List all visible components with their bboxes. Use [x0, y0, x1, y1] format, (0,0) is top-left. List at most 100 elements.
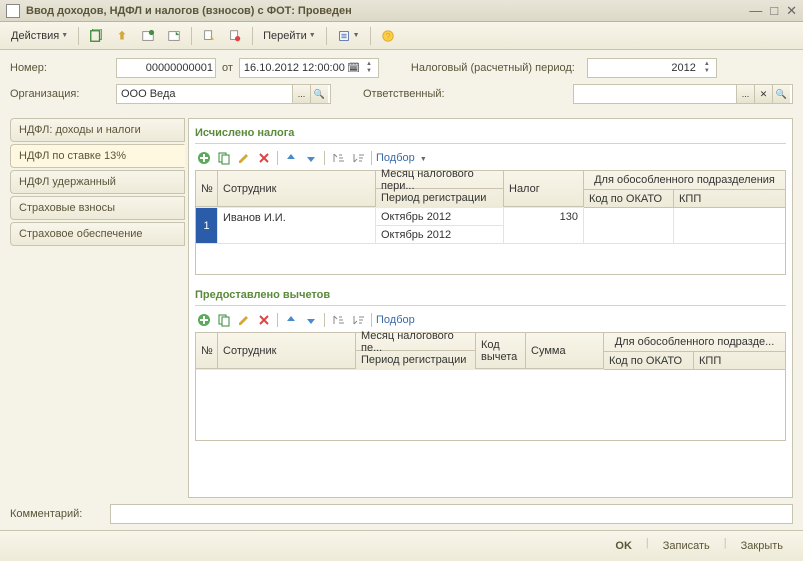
toolbar-icon-1[interactable] [84, 26, 108, 46]
section1-toolbar: Подбор ▼ [195, 146, 786, 170]
sort-asc-icon[interactable] [329, 149, 347, 167]
tab-ndfl-13[interactable]: НДФЛ по ставке 13% [10, 144, 185, 168]
window-title: Ввод доходов, НДФЛ и налогов (взносов) с… [26, 5, 749, 17]
date-input[interactable]: 16.10.2012 12:00:00 🗓 ▲▼ [239, 58, 379, 78]
help-button[interactable]: ? [376, 26, 400, 46]
toolbar-icon-7[interactable]: ▼ [332, 26, 365, 46]
col-tax-month[interactable]: Месяц налогового пе... [356, 333, 476, 351]
edit-icon[interactable] [235, 149, 253, 167]
goto-label: Перейти [263, 30, 307, 42]
svg-text:?: ? [385, 31, 390, 41]
copy-icon[interactable] [215, 149, 233, 167]
move-down-icon[interactable] [302, 149, 320, 167]
save-button[interactable]: Записать [653, 537, 720, 555]
cell-kpp [674, 208, 785, 244]
col-tax-month[interactable]: Месяц налогового пери... [376, 171, 504, 189]
cell-num: 1 [196, 208, 218, 244]
responsible-label: Ответственный: [363, 88, 445, 100]
col-reg-period[interactable]: Период регистрации [356, 351, 476, 369]
move-up-icon[interactable] [282, 149, 300, 167]
tab-income-taxes[interactable]: НДФЛ: доходы и налоги [10, 118, 185, 142]
col-employee[interactable]: Сотрудник [218, 333, 356, 369]
select-button[interactable]: ... [736, 85, 754, 103]
cell-reg-period: Октябрь 2012 [376, 226, 504, 244]
toolbar-icon-5[interactable] [197, 26, 221, 46]
goto-menu[interactable]: Перейти ▼ [258, 27, 321, 45]
col-reg-period[interactable]: Период регистрации [376, 189, 504, 207]
sort-desc-icon[interactable] [349, 311, 367, 329]
toolbar-icon-3[interactable] [136, 26, 160, 46]
spin-down[interactable]: ▼ [700, 68, 714, 75]
tax-period-input[interactable]: 2012 ▲▼ [587, 58, 717, 78]
calendar-icon[interactable]: 🗓 [347, 63, 360, 74]
col-tax[interactable]: Налог [504, 171, 584, 207]
col-num[interactable]: № [196, 333, 218, 369]
section2-title: Предоставлено вычетов [195, 285, 786, 306]
number-value: 00000000001 [121, 62, 213, 74]
tab-ndfl-withheld[interactable]: НДФЛ удержанный [10, 170, 185, 194]
col-kpp[interactable]: КПП [694, 352, 785, 370]
number-input[interactable]: 00000000001 [116, 58, 216, 78]
comment-label: Комментарий: [10, 508, 110, 520]
sort-asc-icon[interactable] [329, 311, 347, 329]
delete-icon[interactable] [255, 311, 273, 329]
comment-input[interactable] [110, 504, 793, 524]
responsible-input[interactable]: ... ✕ 🔍 [573, 84, 793, 104]
section1-title: Исчислено налога [195, 123, 786, 144]
minimize-button[interactable]: — [749, 3, 762, 19]
section2-grid: № Сотрудник Месяц налогового пе... Перио… [195, 332, 786, 441]
close-button[interactable]: ✕ [786, 3, 797, 19]
close-button[interactable]: Закрыть [731, 537, 793, 555]
tab-insurance-coverage[interactable]: Страховое обеспечение [10, 222, 185, 246]
tax-period-label: Налоговый (расчетный) период: [411, 62, 575, 74]
selection-label: Подбор [376, 152, 415, 164]
sort-desc-icon[interactable] [349, 149, 367, 167]
dropdown-icon: ▼ [353, 32, 360, 39]
col-subdivision[interactable]: Для обособленного подразде... [604, 333, 785, 352]
cell-tax-month: Октябрь 2012 [376, 208, 504, 226]
col-okato[interactable]: Код по ОКАТО [604, 352, 694, 370]
selection-link[interactable]: Подбор [376, 314, 415, 326]
edit-icon[interactable] [235, 311, 253, 329]
col-okato[interactable]: Код по ОКАТО [584, 190, 674, 208]
toolbar-icon-2[interactable] [110, 26, 134, 46]
move-up-icon[interactable] [282, 311, 300, 329]
spin-up[interactable]: ▲ [700, 61, 714, 68]
col-num[interactable]: № [196, 171, 218, 207]
selection-link[interactable]: Подбор ▼ [376, 152, 427, 164]
ok-button[interactable]: OK [605, 537, 642, 555]
org-input[interactable]: ООО Веда ... 🔍 [116, 84, 331, 104]
col-employee[interactable]: Сотрудник [218, 171, 376, 207]
bottom-buttons: OK | Записать | Закрыть [0, 530, 803, 561]
delete-icon[interactable] [255, 149, 273, 167]
move-down-icon[interactable] [302, 311, 320, 329]
search-button[interactable]: 🔍 [310, 85, 328, 103]
actions-menu[interactable]: Действия ▼ [6, 27, 73, 45]
tab-insurance-contrib[interactable]: Страховые взносы [10, 196, 185, 220]
tax-period-value: 2012 [592, 62, 700, 74]
spin-up[interactable]: ▲ [362, 61, 376, 68]
cell-employee: Иванов И.И. [218, 208, 376, 244]
select-button[interactable]: ... [292, 85, 310, 103]
selection-label: Подбор [376, 314, 415, 326]
maximize-button[interactable]: □ [770, 3, 778, 19]
add-icon[interactable] [195, 311, 213, 329]
copy-icon[interactable] [215, 311, 233, 329]
date-value: 16.10.2012 12:00:00 [244, 62, 347, 74]
toolbar-icon-4[interactable] [162, 26, 186, 46]
cell-okato [584, 208, 674, 244]
add-icon[interactable] [195, 149, 213, 167]
spin-down[interactable]: ▼ [362, 68, 376, 75]
col-kpp[interactable]: КПП [674, 190, 785, 208]
clear-button[interactable]: ✕ [754, 85, 772, 103]
toolbar-icon-6[interactable] [223, 26, 247, 46]
number-label: Номер: [10, 62, 110, 74]
col-deduct-code[interactable]: Код вычета [476, 333, 526, 369]
from-label: от [222, 62, 233, 74]
col-subdivision[interactable]: Для обособленного подразделения [584, 171, 785, 190]
comment-row: Комментарий: [0, 498, 803, 530]
col-amount[interactable]: Сумма [526, 333, 604, 369]
search-button[interactable]: 🔍 [772, 85, 790, 103]
cell-tax: 130 [504, 208, 584, 244]
table-row[interactable]: 1 Иванов И.И. Октябрь 2012 Октябрь 2012 … [196, 208, 785, 244]
